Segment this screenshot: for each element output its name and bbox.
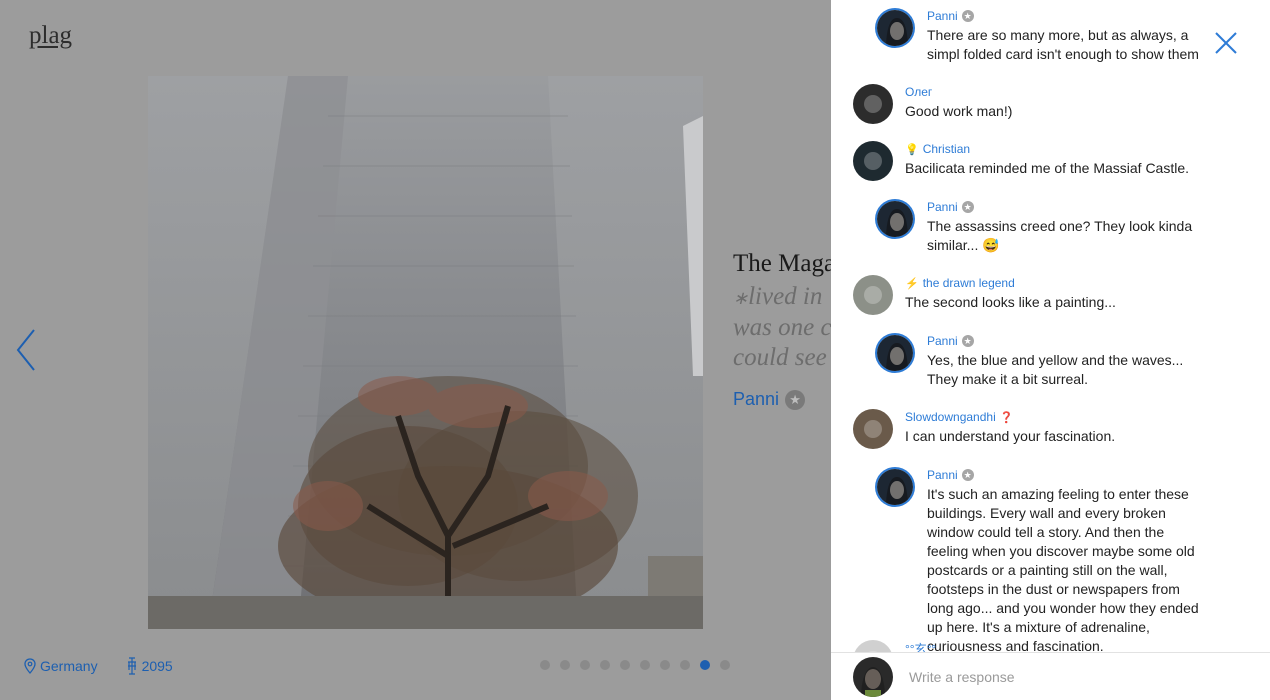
comment-text: There are so many more, but as always, a… bbox=[927, 27, 1199, 62]
previous-arrow-icon[interactable] bbox=[14, 328, 40, 372]
tower-icon bbox=[127, 657, 136, 675]
current-user-avatar bbox=[853, 657, 893, 697]
pager-dot[interactable] bbox=[560, 660, 570, 670]
comment-body: ⚡ the drawn legend The second looks like a… bbox=[905, 275, 1116, 315]
author-name[interactable]: Panni bbox=[927, 468, 958, 482]
author-name[interactable]: Slowdowngandhi bbox=[905, 410, 996, 424]
reply-comment: Panni ★ The assassins creed one? They look… bbox=[875, 199, 1205, 255]
comment-text: It's such an amazing feeling to enter th… bbox=[927, 486, 1199, 654]
star-badge-icon: ★ bbox=[961, 10, 974, 22]
location-pin-icon bbox=[24, 658, 36, 674]
user-avatar[interactable] bbox=[877, 469, 913, 505]
star-badge-icon: ★ bbox=[961, 201, 974, 213]
response-input[interactable] bbox=[907, 665, 1241, 689]
comment-text: I can understand your fascination. bbox=[905, 428, 1116, 444]
user-avatar[interactable] bbox=[877, 10, 913, 46]
author-badge-icon: 💡 bbox=[905, 143, 919, 156]
pager-dot[interactable] bbox=[700, 660, 710, 670]
author-name[interactable]: Panni bbox=[927, 334, 958, 348]
comment-body: Panni ★ There are so many more, but as alw… bbox=[927, 8, 1205, 64]
pager-dot[interactable] bbox=[620, 660, 630, 670]
comments-panel: Panni ★ There are so many more, but as alw… bbox=[831, 0, 1270, 700]
star-badge-icon: ★ bbox=[785, 389, 806, 410]
reply-comment: Panni ★ Yes, the blue and yellow and the w… bbox=[875, 333, 1205, 389]
user-avatar[interactable] bbox=[853, 409, 893, 449]
user-avatar[interactable] bbox=[853, 84, 893, 124]
site-logo[interactable]: plag bbox=[29, 22, 72, 50]
comment-body: Олег Good work man!) bbox=[905, 84, 1012, 124]
user-avatar[interactable] bbox=[877, 201, 913, 237]
comment-text: Bacilicata reminded me of the Massiaf Ca… bbox=[905, 160, 1190, 176]
author-badge-icon: ⚡ bbox=[905, 277, 919, 290]
author-name[interactable]: Олег bbox=[905, 85, 932, 99]
user-avatar[interactable] bbox=[877, 335, 913, 371]
location-link[interactable]: Germany bbox=[24, 658, 98, 674]
pager-dot[interactable] bbox=[540, 660, 550, 670]
close-icon[interactable] bbox=[1213, 30, 1239, 56]
comment-author[interactable]: ⚡ the drawn legend bbox=[905, 275, 1116, 291]
photo-meta: Germany 2095 bbox=[24, 657, 173, 675]
photo-pager bbox=[540, 660, 730, 670]
photo-author[interactable]: Panni ★ bbox=[733, 389, 831, 410]
reply-comment: Panni ★ It's such an amazing feeling to en… bbox=[875, 467, 1205, 656]
author-name[interactable]: Christian bbox=[923, 142, 970, 156]
comment-author[interactable]: Panni ★ bbox=[927, 199, 1205, 215]
user-avatar[interactable] bbox=[853, 275, 893, 315]
author-name[interactable]: Panni bbox=[733, 389, 779, 410]
comment: ⚡ the drawn legend The second looks like a… bbox=[853, 275, 1243, 315]
comment-body: Panni ★ Yes, the blue and yellow and the w… bbox=[927, 333, 1205, 389]
comment-body: Panni ★ The assassins creed one? They look… bbox=[927, 199, 1205, 255]
comment-text: The second looks like a painting... bbox=[905, 294, 1116, 310]
question-badge-icon: ❓ bbox=[999, 411, 1014, 424]
comment-text: The assassins creed one? They look kinda… bbox=[927, 218, 1193, 253]
user-avatar[interactable] bbox=[853, 141, 893, 181]
author-name[interactable]: the drawn legend bbox=[923, 276, 1015, 290]
photo-title: The Maga bbox=[733, 250, 831, 277]
pager-dot[interactable] bbox=[720, 660, 730, 670]
comment-text: Good work man!) bbox=[905, 103, 1013, 119]
comment-author[interactable]: Panni ★ bbox=[927, 467, 1205, 483]
main-photo[interactable] bbox=[148, 76, 703, 629]
comment-author[interactable]: Panni ★ bbox=[927, 333, 1205, 349]
comment-author[interactable]: Panni ★ bbox=[927, 8, 1205, 24]
comment-author[interactable]: 💡 Christian bbox=[905, 141, 1189, 157]
foggy-building-image bbox=[148, 76, 703, 629]
pager-dot[interactable] bbox=[580, 660, 590, 670]
pager-dot[interactable] bbox=[660, 660, 670, 670]
photo-description: ∗lived in was one c could see bbox=[733, 283, 831, 371]
author-name[interactable]: Panni bbox=[927, 9, 958, 23]
star-badge-icon: ★ bbox=[961, 469, 974, 481]
comment-body: Panni ★ It's such an amazing feeling to en… bbox=[927, 467, 1205, 656]
reply-comment: Panni ★ There are so many more, but as alw… bbox=[875, 8, 1205, 64]
response-bar bbox=[831, 652, 1270, 700]
photo-viewer: plag The Maga ∗lived in was one c could … bbox=[0, 0, 831, 700]
comment: Олег Good work man!) bbox=[853, 84, 1243, 124]
comment-text: Yes, the blue and yellow and the waves..… bbox=[927, 352, 1184, 387]
pager-dot[interactable] bbox=[640, 660, 650, 670]
comment: 💡 Christian Bacilicata reminded me of the … bbox=[853, 141, 1243, 181]
pager-dot[interactable] bbox=[600, 660, 610, 670]
star-badge-icon: ★ bbox=[961, 335, 974, 347]
author-name[interactable]: Panni bbox=[927, 200, 958, 214]
comment: Slowdowngandhi ❓ I can understand your fas… bbox=[853, 409, 1243, 449]
photo-caption: The Maga ∗lived in was one c could see P… bbox=[733, 250, 831, 410]
comment-body: 💡 Christian Bacilicata reminded me of the … bbox=[905, 141, 1189, 181]
comment-author[interactable]: Slowdowngandhi ❓ bbox=[905, 409, 1115, 425]
comment-body: Slowdowngandhi ❓ I can understand your fas… bbox=[905, 409, 1115, 449]
views-count: 2095 bbox=[126, 657, 173, 675]
comment-author[interactable]: Олег bbox=[905, 84, 1012, 100]
pager-dot[interactable] bbox=[680, 660, 690, 670]
